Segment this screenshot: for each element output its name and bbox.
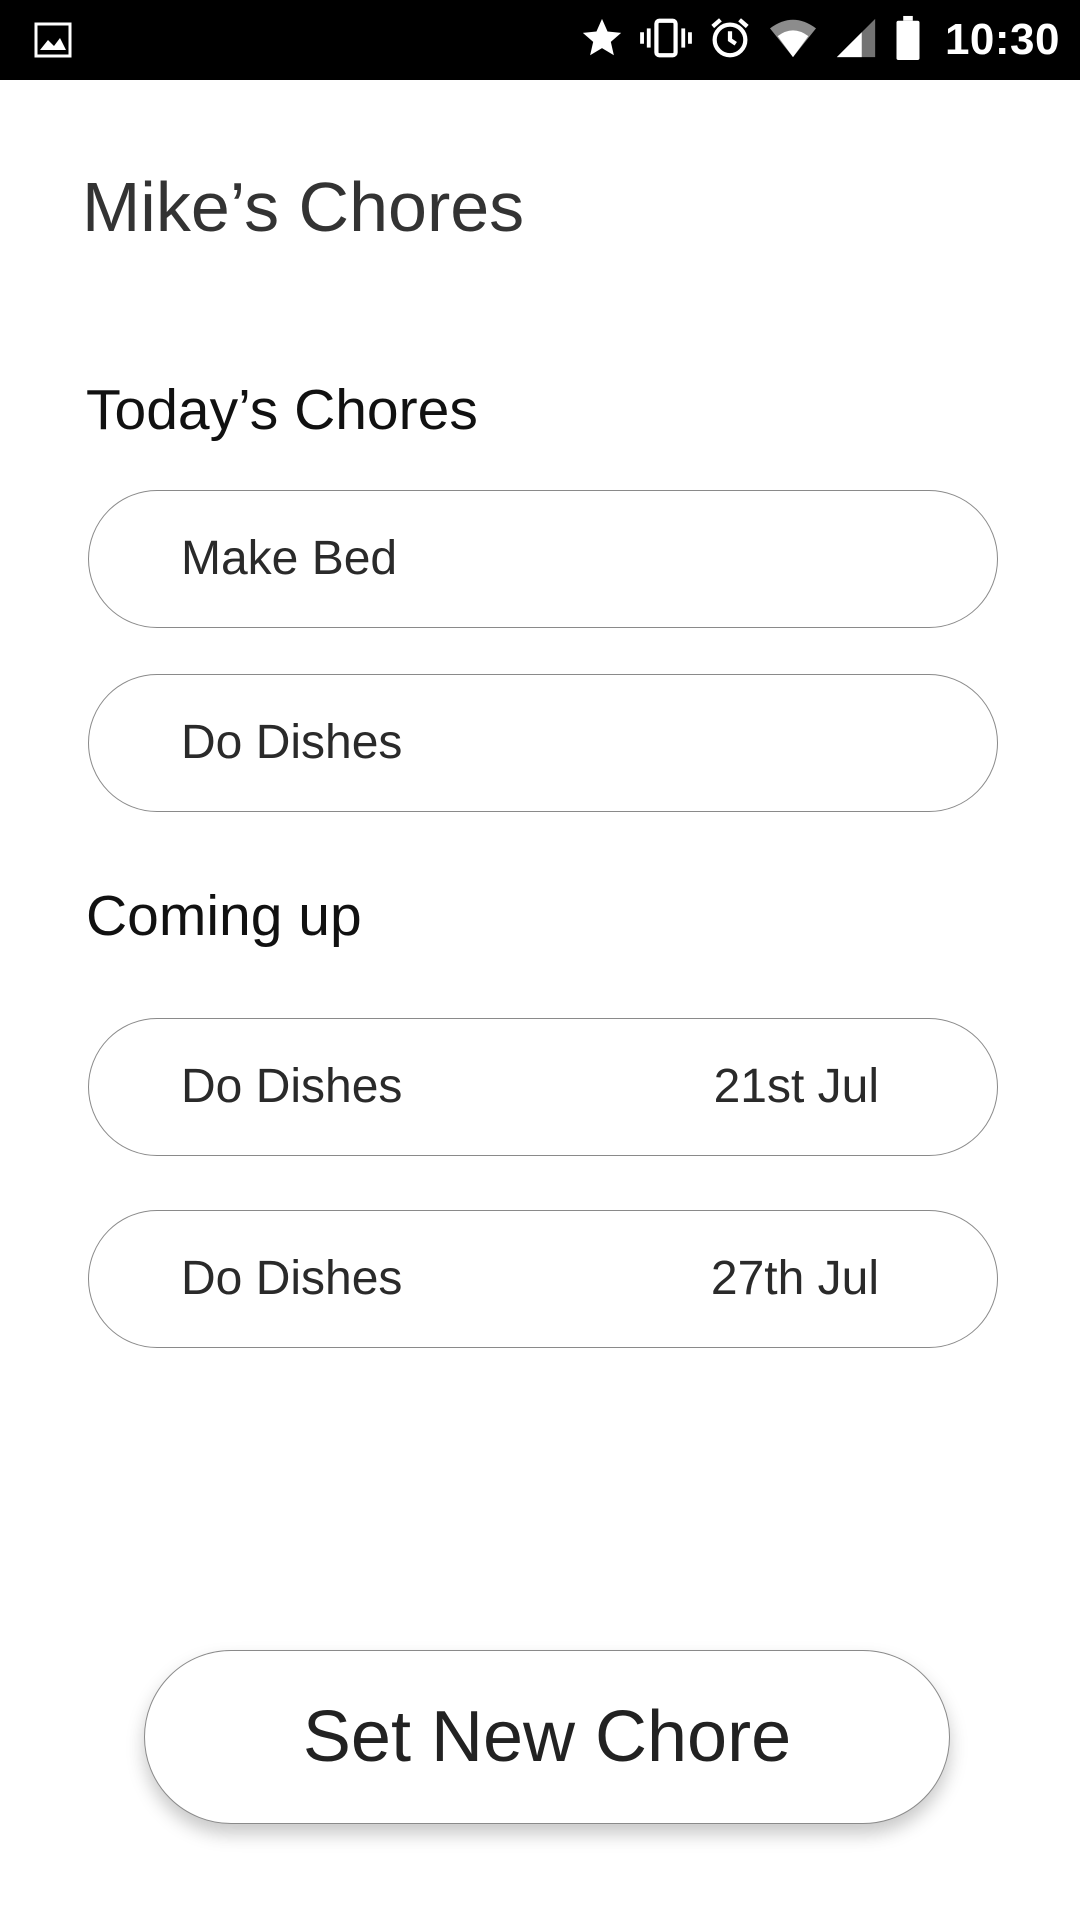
chore-name: Do Dishes bbox=[181, 1252, 403, 1305]
page-title: Mike’s Chores bbox=[82, 168, 525, 246]
vibrate-icon bbox=[639, 15, 693, 66]
wifi-icon bbox=[767, 15, 819, 66]
image-icon bbox=[34, 22, 72, 58]
battery-icon bbox=[893, 15, 923, 66]
upcoming-chore-item[interactable]: Do Dishes 21st Jul bbox=[88, 1018, 998, 1156]
chore-name: Do Dishes bbox=[181, 1060, 403, 1113]
chore-name: Make Bed bbox=[181, 532, 398, 585]
todays-chores-heading: Today’s Chores bbox=[86, 378, 478, 442]
chore-date: 27th Jul bbox=[710, 1252, 879, 1305]
status-time: 10:30 bbox=[944, 15, 1060, 64]
set-new-chore-button[interactable]: Set New Chore bbox=[144, 1650, 950, 1824]
chore-date: 21st Jul bbox=[713, 1060, 879, 1113]
today-chore-item[interactable]: Do Dishes bbox=[88, 674, 998, 812]
today-chore-item[interactable]: Make Bed bbox=[88, 490, 998, 628]
status-bar: 10:30 bbox=[0, 0, 1080, 80]
coming-up-heading: Coming up bbox=[86, 884, 362, 948]
alarm-icon bbox=[707, 15, 753, 66]
cell-signal-icon bbox=[833, 15, 879, 66]
status-icons: 10:30 bbox=[579, 0, 1060, 80]
upcoming-chore-item[interactable]: Do Dishes 27th Jul bbox=[88, 1210, 998, 1348]
star-icon bbox=[579, 15, 625, 66]
chore-name: Do Dishes bbox=[181, 716, 403, 769]
